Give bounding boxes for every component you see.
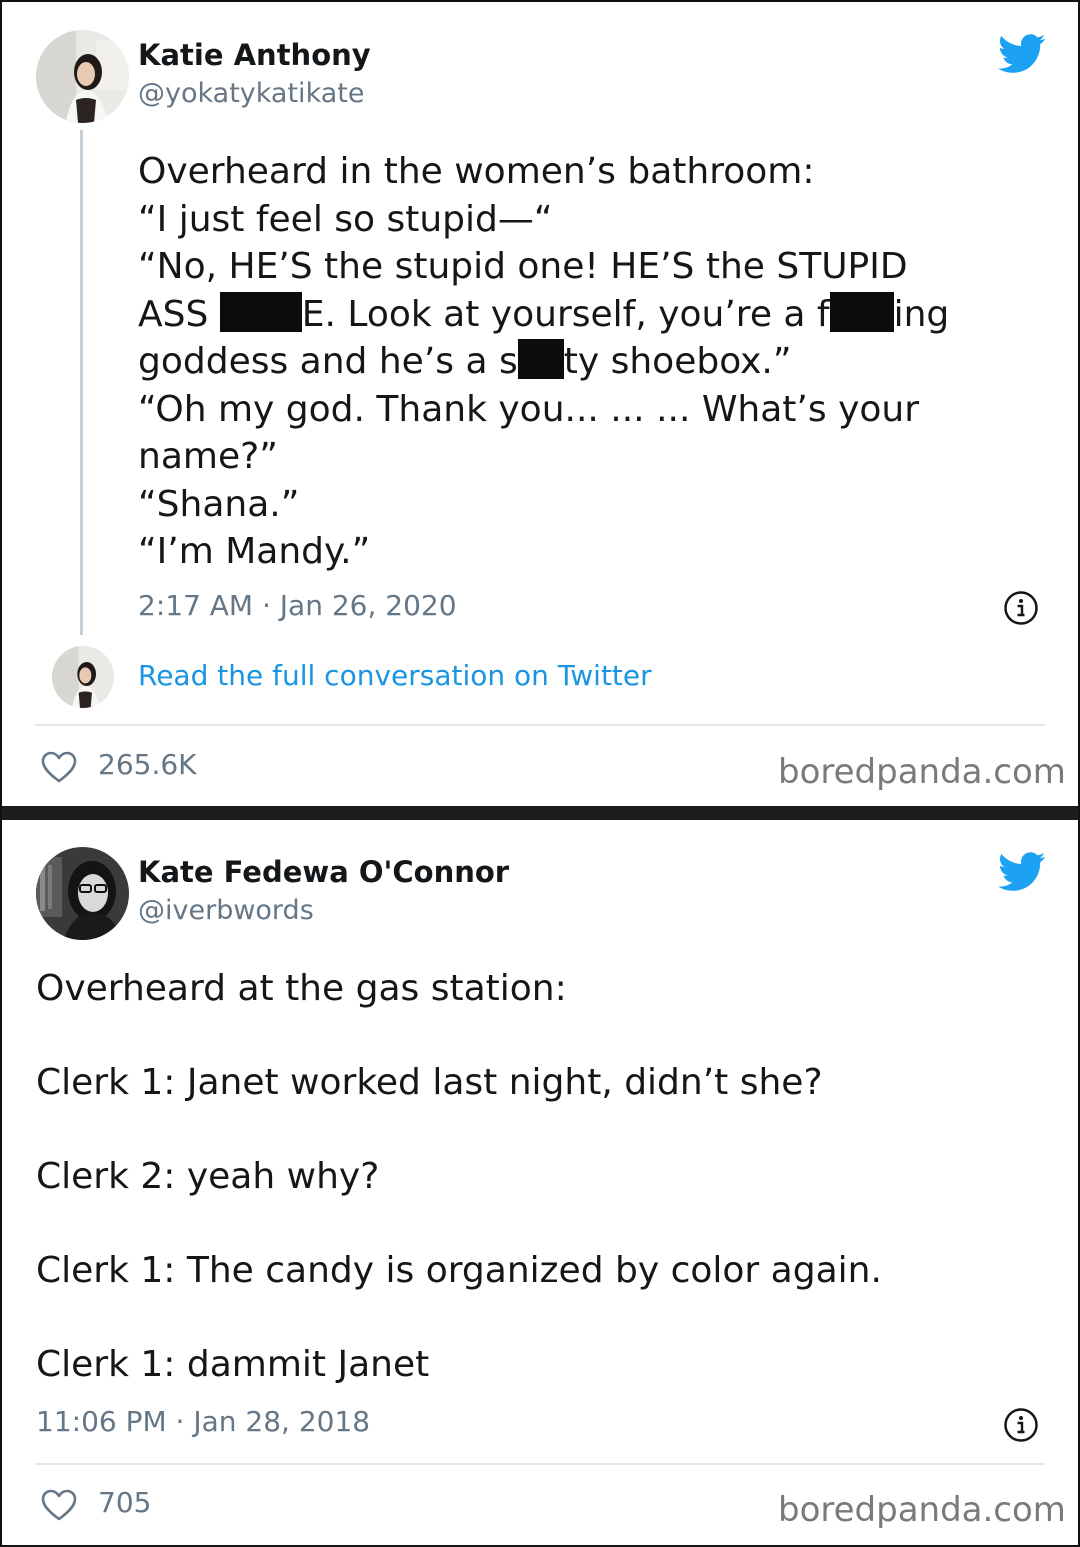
tweet-text-line: “No, HE’S the stupid one! HE’S the STUPI… <box>138 246 908 287</box>
text-fragment: ing <box>893 293 950 335</box>
text-fragment: E. Look at yourself, you’re a f <box>301 293 830 335</box>
like-count: 705 <box>98 1486 152 1519</box>
redaction-bar <box>829 291 894 332</box>
reply-avatar[interactable] <box>52 646 114 708</box>
like-count: 265.6K <box>98 748 197 781</box>
tweet-text-line: “Shana.” <box>138 483 300 525</box>
author-avatar[interactable] <box>36 30 129 123</box>
tweet-text-line: name?” <box>138 436 278 477</box>
author-avatar[interactable] <box>36 847 129 940</box>
tweet-text-line: Overheard in the women’s bathroom: <box>138 151 815 192</box>
twitter-bird-icon[interactable] <box>998 34 1046 74</box>
author-display-name[interactable]: Katie Anthony <box>138 38 371 72</box>
thread-line <box>80 130 83 635</box>
tweet-text-line: Clerk 1: dammit Janet <box>36 1344 430 1385</box>
text-fragment: goddess and he’s a s <box>138 341 518 382</box>
author-display-name[interactable]: Kate Fedewa O'Connor <box>138 855 509 889</box>
tweet-timestamp[interactable]: 11:06 PM · Jan 28, 2018 <box>36 1405 370 1438</box>
author-handle[interactable]: @iverbwords <box>138 895 314 926</box>
tweet-text-line: “Oh my god. Thank you... ... ... What’s … <box>138 388 920 430</box>
text-fragment: ASS <box>138 293 220 335</box>
tweet-text-line: Clerk 2: yeah why? <box>36 1156 380 1197</box>
info-icon[interactable] <box>1003 1407 1039 1443</box>
read-full-conversation-link[interactable]: Read the full conversation on Twitter <box>138 659 652 692</box>
tweet-text-line: “I’m Mandy.” <box>138 531 371 572</box>
tweet-card-1: Katie Anthony @yokatykatikate Overheard … <box>0 0 1080 806</box>
tweet-text-line: “I just feel so stupid—“ <box>138 198 553 240</box>
tweet-text-line: goddess and he’s a s ty shoebox.” <box>138 338 949 386</box>
image-divider <box>0 806 1080 820</box>
tweet-text-line: Overheard at the gas station: <box>36 968 567 1009</box>
tweet-text-line: Clerk 1: The candy is organized by color… <box>36 1250 882 1291</box>
redaction-bar <box>517 339 564 379</box>
tweet-text-line: Clerk 1: Janet worked last night, didn’t… <box>36 1062 823 1103</box>
watermark: boredpanda.com <box>778 1490 1066 1530</box>
tweet-text-line: ASS E. Look at yourself, you’re a f ing <box>138 291 949 339</box>
info-icon[interactable] <box>1003 590 1039 626</box>
tweet-card-2: Kate Fedewa O'Connor @iverbwords Overhea… <box>0 820 1080 1547</box>
twitter-bird-icon[interactable] <box>998 852 1046 892</box>
text-fragment: ty shoebox.” <box>563 341 792 382</box>
watermark: boredpanda.com <box>778 752 1066 792</box>
tweet-text: Overheard at the gas station: Clerk 1: J… <box>36 965 882 1388</box>
tweet-text: Overheard in the women’s bathroom: “I ju… <box>138 148 949 576</box>
tweet-timestamp[interactable]: 2:17 AM · Jan 26, 2020 <box>138 589 457 622</box>
separator <box>35 1463 1045 1465</box>
separator <box>35 724 1045 726</box>
heart-icon[interactable] <box>40 1488 78 1522</box>
redaction-bar <box>219 291 302 332</box>
author-handle[interactable]: @yokatykatikate <box>138 78 364 109</box>
heart-icon[interactable] <box>40 750 78 784</box>
